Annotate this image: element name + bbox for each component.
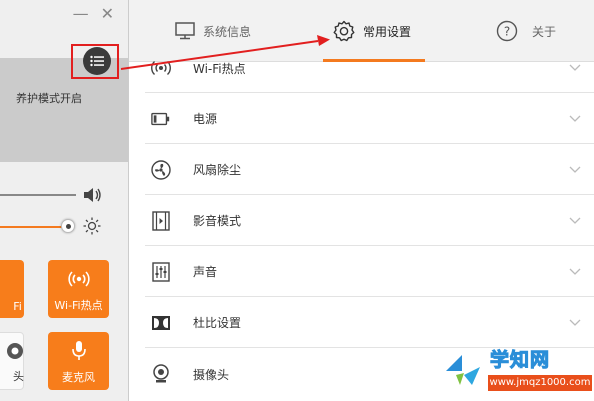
settings-row-label: 电源 — [193, 112, 218, 126]
settings-row-label: 影音模式 — [193, 214, 242, 228]
hotspot-icon — [67, 271, 90, 287]
microphone-icon — [71, 341, 86, 360]
watermark-logo — [446, 355, 480, 385]
settings-panel: 系统信息 常用设置 ? 关于 Wi-Fi热点 电源 风扇除尘 影音模式 声音 杜… — [128, 0, 594, 401]
settings-row-label: 摄像头 — [193, 367, 230, 382]
camera-icon — [151, 364, 171, 384]
settings-row-label: 风扇除尘 — [193, 163, 242, 177]
volume-icon — [84, 188, 101, 202]
tab-common-settings-label: 常用设置 — [363, 24, 412, 39]
settings-row-wifi-hotspot[interactable]: Wi-Fi热点 — [145, 44, 594, 93]
chevron-down-icon — [569, 268, 581, 275]
gear-icon — [333, 20, 355, 42]
tile-wifi-label: Fi — [13, 300, 22, 313]
brightness-slider-thumb[interactable] — [61, 219, 75, 233]
chevron-down-icon — [569, 319, 581, 326]
tile-wifi-hotspot[interactable]: Wi-Fi热点 — [48, 260, 109, 318]
chevron-down-icon — [569, 166, 581, 173]
fan-icon — [151, 159, 171, 180]
tab-system-info-label: 系统信息 — [203, 24, 252, 39]
battery-icon — [151, 109, 171, 129]
tile-microphone-label: 麦克风 — [62, 371, 95, 384]
monitor-icon — [175, 22, 195, 40]
close-button[interactable]: ✕ — [101, 4, 114, 23]
settings-row-dolby[interactable]: 杜比设置 — [145, 298, 594, 348]
watermark-url: www.jmqz1000.com — [488, 375, 592, 391]
settings-row-label: Wi-Fi热点 — [193, 61, 246, 76]
menu-button[interactable] — [83, 47, 111, 75]
site-watermark: 学知网 www.jmqz1000.com — [438, 343, 594, 401]
tile-microphone[interactable]: 麦克风 — [48, 332, 109, 390]
list-menu-icon — [90, 55, 104, 67]
left-panel: — ✕ 养护模式开启 Fi Wi-Fi热点 头 麦克风 — [0, 0, 128, 401]
equalizer-icon — [151, 261, 171, 282]
minimize-button[interactable]: — — [73, 4, 89, 23]
tab-about-label: 关于 — [532, 24, 557, 39]
tile-wifi[interactable]: Fi — [0, 260, 24, 318]
tile-camera-label: 头 — [13, 370, 24, 383]
banner-text: 养护模式开启 — [16, 92, 82, 105]
settings-row-av-mode[interactable]: 影音模式 — [145, 196, 594, 246]
dolby-icon — [151, 313, 171, 333]
volume-slider[interactable] — [0, 194, 76, 196]
settings-row-label: 杜比设置 — [193, 316, 242, 330]
tile-wifi-hotspot-label: Wi-Fi热点 — [54, 299, 103, 312]
chevron-down-icon — [569, 64, 581, 71]
svg-text:?: ? — [504, 25, 510, 39]
camera-icon — [7, 343, 23, 359]
hotspot-icon — [151, 58, 171, 78]
brightness-slider[interactable] — [0, 226, 68, 228]
film-icon — [151, 210, 171, 231]
brightness-icon — [83, 217, 101, 235]
settings-row-sound[interactable]: 声音 — [145, 247, 594, 297]
settings-row-fan-dust[interactable]: 风扇除尘 — [145, 145, 594, 195]
settings-row-label: 声音 — [193, 265, 218, 279]
tile-camera[interactable]: 头 — [0, 332, 24, 390]
watermark-title: 学知网 — [489, 349, 551, 372]
help-icon: ? — [496, 20, 518, 42]
chevron-down-icon — [569, 115, 581, 122]
settings-row-power[interactable]: 电源 — [145, 94, 594, 144]
window-controls: — ✕ — [73, 4, 114, 23]
chevron-down-icon — [569, 217, 581, 224]
